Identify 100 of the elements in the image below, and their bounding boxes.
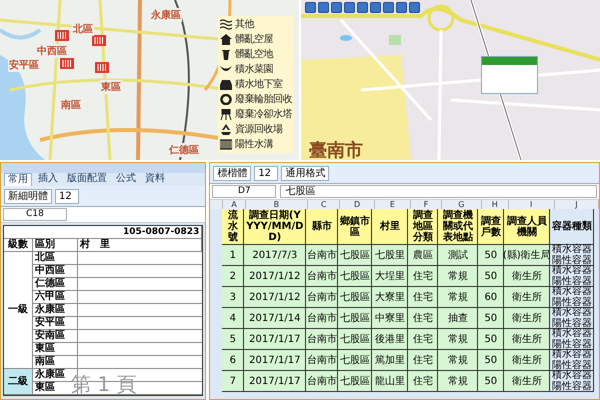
table-cell: 七股區 <box>338 350 372 371</box>
map-tool-icon[interactable] <box>318 2 329 13</box>
district-label: 北區 <box>72 22 94 36</box>
map-tool-icon[interactable] <box>383 2 394 13</box>
table-cell: 50 <box>478 329 504 350</box>
table-cell: 常規 <box>438 287 478 308</box>
table-title: 105-0807-0823 <box>4 226 202 239</box>
ribbon-tab[interactable]: 版面配置 <box>64 173 110 186</box>
grate-marker-icon[interactable] <box>55 30 69 41</box>
font-dropdown[interactable]: 標楷體 <box>213 166 252 181</box>
name-box[interactable]: C18 <box>3 208 67 221</box>
map-tool-icon[interactable] <box>344 2 355 13</box>
legend-label: 髒亂空地 <box>235 48 273 61</box>
district-cell: 南區 <box>33 356 78 368</box>
table-cell: 住宅 <box>408 350 438 371</box>
map-tool-icon[interactable] <box>305 2 316 13</box>
column-header: 村里 <box>372 209 408 245</box>
name-box[interactable]: D7 <box>212 185 276 198</box>
district-cell: 中西區 <box>33 265 78 277</box>
wave-lines-icon <box>220 19 232 30</box>
column-header: 調查戶數 <box>478 209 504 245</box>
district-cell: 東區 <box>33 343 78 355</box>
map-tool-icon[interactable] <box>396 2 407 13</box>
table-cell: 常規 <box>438 266 478 287</box>
basement-icon <box>220 79 232 90</box>
table-cell: 七股區 <box>338 329 372 350</box>
table-cell: 住宅 <box>408 287 438 308</box>
legend-label: 其他 <box>235 18 254 31</box>
table-cell: 積水容器 <box>552 265 592 276</box>
table-cell: 衛生所 <box>504 371 550 392</box>
district-label: 中西區 <box>36 44 68 58</box>
table-cell: 5 <box>222 329 244 350</box>
map-tool-icon[interactable] <box>331 2 342 13</box>
water-tower-icon <box>220 109 232 120</box>
ribbon-tab[interactable]: 常用 <box>4 173 32 186</box>
grate-marker-icon[interactable] <box>60 58 74 69</box>
map-tool-icon[interactable] <box>357 2 368 13</box>
column-header: 村 里 <box>78 239 202 252</box>
ribbon-tab[interactable]: 公式 <box>113 173 139 186</box>
level-cell: 二級 <box>4 369 33 395</box>
map-tool-icon[interactable] <box>409 2 420 13</box>
legend-label: 資源回收場 <box>235 123 282 136</box>
table-cell: 測試 <box>438 245 478 266</box>
house-icon <box>220 34 232 45</box>
table-cell: 龍山里 <box>372 371 408 392</box>
table-cell: 衛生所 <box>504 266 550 287</box>
table-cell: 衛生所 <box>504 308 550 329</box>
font-dropdown[interactable]: 新細明體 <box>4 189 52 204</box>
district-label: 安平區 <box>8 58 40 72</box>
column-header: 級數 <box>4 239 33 252</box>
table-cell: 七股區 <box>338 287 372 308</box>
table-cell: 2017/1/17 <box>244 329 306 350</box>
table-cell: 住宅 <box>408 329 438 350</box>
legend-label: 髒亂空屋 <box>235 33 273 46</box>
legend-label: 積水地下室 <box>235 78 282 91</box>
table-cell: 陽性容器 <box>552 297 592 308</box>
column-header: 容器種類 <box>550 209 594 245</box>
table-cell: 台南市 <box>306 329 338 350</box>
table-cell: 3 <box>222 287 244 308</box>
table-cell: 常規 <box>438 329 478 350</box>
column-header: 區別 <box>33 239 78 252</box>
table-cell: 陽性容器 <box>552 255 592 266</box>
table-cell: 陽性容器 <box>552 276 592 287</box>
table-cell: 台南市 <box>306 245 338 266</box>
table-cell: 2017/1/17 <box>244 350 306 371</box>
district-cell: 永康區 <box>33 304 78 316</box>
legend-label: 廢棄輪胎回收 <box>235 93 292 106</box>
table-cell: 常規 <box>438 350 478 371</box>
table-cell: 中寮里 <box>372 308 408 329</box>
legend-label: 積水菜園 <box>235 63 273 76</box>
table-cell: 6 <box>222 350 244 371</box>
column-header: 鄉鎮市區 <box>338 209 372 245</box>
ribbon-tab[interactable]: 插入 <box>35 173 61 186</box>
formula-field[interactable]: 七股區 <box>280 185 597 198</box>
number-format-dropdown[interactable]: 通用格式 <box>281 166 330 181</box>
table-cell: 2017/1/14 <box>244 308 306 329</box>
table-cell: 衛生所 <box>504 350 550 371</box>
table-cell: 台南市 <box>306 308 338 329</box>
table-cell: 陽性容器 <box>552 381 592 392</box>
table-cell: 積水容器 <box>552 349 592 360</box>
grate-marker-icon[interactable] <box>95 62 109 73</box>
table-cell: 衛生所 <box>504 287 550 308</box>
table-cell: 常規 <box>438 371 478 392</box>
table-cell: 7 <box>222 371 244 392</box>
font-size-dropdown[interactable]: 12 <box>254 166 278 181</box>
column-header: 調查機關或代表地點 <box>438 209 478 245</box>
recycle-icon <box>220 124 232 135</box>
grate-icon <box>220 139 232 150</box>
table-cell: 積水容器 <box>552 286 592 297</box>
font-size-dropdown[interactable]: 12 <box>55 189 79 204</box>
grate-marker-icon[interactable] <box>92 35 106 46</box>
district-cell: 安平區 <box>33 317 78 329</box>
district-label: 東區 <box>100 80 122 94</box>
table-cell: 大埕里 <box>372 266 408 287</box>
district-cell: 仁德區 <box>33 278 78 290</box>
ribbon-tab[interactable]: 資料 <box>142 173 168 186</box>
district-cell: 六甲區 <box>33 291 78 303</box>
map-tool-icon[interactable] <box>370 2 381 13</box>
district-label: 仁德區 <box>168 143 200 157</box>
table-cell: 大寮里 <box>372 287 408 308</box>
